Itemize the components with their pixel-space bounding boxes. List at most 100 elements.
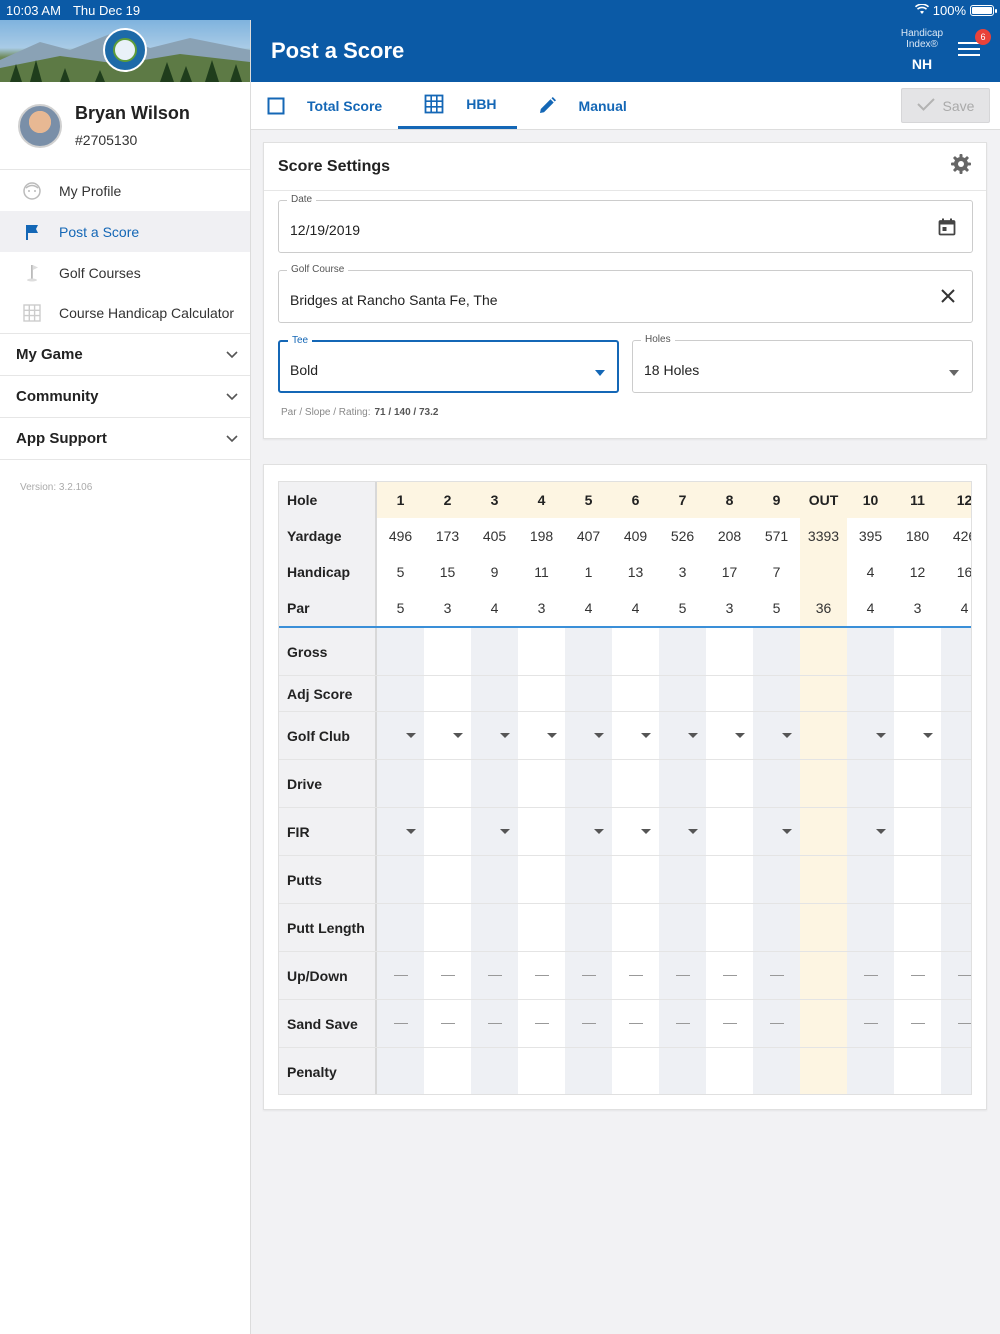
score-input-cell[interactable] (706, 808, 753, 855)
score-input-cell[interactable] (753, 1048, 800, 1094)
score-input-cell[interactable] (941, 808, 971, 855)
score-input-cell[interactable] (659, 628, 706, 675)
score-input-cell[interactable] (847, 808, 894, 855)
score-input-cell[interactable] (471, 628, 518, 675)
score-input-cell[interactable] (894, 1048, 941, 1094)
score-input-cell[interactable] (565, 1000, 612, 1047)
score-input-cell[interactable] (612, 1048, 659, 1094)
score-input-cell[interactable] (424, 676, 471, 711)
tee-select[interactable]: Tee Bold (278, 335, 619, 393)
score-input-cell[interactable] (894, 808, 941, 855)
score-input-cell[interactable] (471, 952, 518, 999)
score-input-cell[interactable] (706, 856, 753, 903)
score-input-cell[interactable] (377, 952, 424, 999)
score-input-cell[interactable] (377, 1000, 424, 1047)
score-input-cell[interactable] (565, 628, 612, 675)
score-input-cell[interactable] (518, 808, 565, 855)
score-input-cell[interactable] (706, 760, 753, 807)
profile-header[interactable]: Bryan Wilson #2705130 (0, 82, 250, 170)
score-input-cell[interactable] (424, 1000, 471, 1047)
gear-icon[interactable] (950, 153, 972, 180)
sidebar-item-course-handicap-calculator[interactable]: Course Handicap Calculator (0, 293, 250, 334)
menu-icon[interactable] (958, 42, 980, 60)
score-input-cell[interactable] (659, 952, 706, 999)
score-input-cell[interactable] (894, 1000, 941, 1047)
score-input-cell[interactable] (659, 1000, 706, 1047)
score-input-cell[interactable] (471, 760, 518, 807)
score-input-cell[interactable] (706, 712, 753, 759)
score-input-cell[interactable] (753, 628, 800, 675)
score-input-cell[interactable] (659, 904, 706, 951)
section-my-game[interactable]: My Game (0, 334, 250, 376)
score-input-cell[interactable] (941, 952, 971, 999)
score-input-cell[interactable] (706, 904, 753, 951)
score-input-cell[interactable] (612, 760, 659, 807)
score-input-cell[interactable] (894, 676, 941, 711)
avatar[interactable] (18, 103, 62, 148)
score-input-cell[interactable] (424, 1048, 471, 1094)
score-input-cell[interactable] (847, 712, 894, 759)
holes-select[interactable]: Holes 18 Holes (632, 334, 973, 393)
score-input-cell[interactable] (612, 628, 659, 675)
score-input-cell[interactable] (377, 760, 424, 807)
score-input-cell[interactable] (424, 808, 471, 855)
score-input-cell[interactable] (518, 952, 565, 999)
score-input-cell[interactable] (941, 676, 971, 711)
score-input-cell[interactable] (894, 904, 941, 951)
score-input-cell[interactable] (471, 712, 518, 759)
score-input-cell[interactable] (659, 856, 706, 903)
tab-total-score[interactable]: Total Score (251, 82, 398, 129)
score-input-cell[interactable] (612, 808, 659, 855)
score-input-cell[interactable] (471, 856, 518, 903)
save-button[interactable]: Save (901, 88, 990, 123)
score-input-cell[interactable] (565, 712, 612, 759)
score-input-cell[interactable] (424, 904, 471, 951)
score-input-cell[interactable] (424, 952, 471, 999)
score-input-cell[interactable] (659, 808, 706, 855)
tab-manual[interactable]: Manual (517, 82, 643, 129)
score-input-cell[interactable] (377, 712, 424, 759)
date-field[interactable]: Date 12/19/2019 (278, 194, 973, 253)
score-input-cell[interactable] (847, 904, 894, 951)
score-input-cell[interactable] (471, 904, 518, 951)
score-input-cell[interactable] (753, 1000, 800, 1047)
score-input-cell[interactable] (377, 1048, 424, 1094)
score-input-cell[interactable] (753, 952, 800, 999)
score-input-cell[interactable] (377, 628, 424, 675)
score-input-cell[interactable] (753, 856, 800, 903)
score-input-cell[interactable] (518, 676, 565, 711)
score-input-cell[interactable] (753, 712, 800, 759)
score-input-cell[interactable] (612, 856, 659, 903)
score-input-cell[interactable] (565, 676, 612, 711)
score-input-cell[interactable] (518, 1000, 565, 1047)
handicap-index[interactable]: Handicap Index® NH (896, 28, 948, 72)
score-input-cell[interactable] (424, 628, 471, 675)
score-input-cell[interactable] (471, 676, 518, 711)
score-input-cell[interactable] (753, 904, 800, 951)
score-input-cell[interactable] (894, 628, 941, 675)
score-input-cell[interactable] (894, 760, 941, 807)
score-input-cell[interactable] (377, 808, 424, 855)
score-input-cell[interactable] (377, 676, 424, 711)
score-input-cell[interactable] (471, 1000, 518, 1047)
score-input-cell[interactable] (518, 712, 565, 759)
score-input-cell[interactable] (847, 856, 894, 903)
score-input-cell[interactable] (847, 628, 894, 675)
score-input-cell[interactable] (894, 712, 941, 759)
score-input-cell[interactable] (753, 760, 800, 807)
score-input-cell[interactable] (706, 1000, 753, 1047)
section-app-support[interactable]: App Support (0, 418, 250, 460)
score-input-cell[interactable] (847, 676, 894, 711)
clear-icon[interactable] (940, 288, 956, 309)
score-input-cell[interactable] (941, 760, 971, 807)
score-input-cell[interactable] (659, 676, 706, 711)
golf-course-field[interactable]: Golf Course Bridges at Rancho Santa Fe, … (278, 264, 973, 323)
score-input-cell[interactable] (612, 952, 659, 999)
score-input-cell[interactable] (659, 760, 706, 807)
score-input-cell[interactable] (941, 1000, 971, 1047)
score-input-cell[interactable] (424, 712, 471, 759)
score-input-cell[interactable] (941, 712, 971, 759)
score-input-cell[interactable] (847, 1000, 894, 1047)
score-input-cell[interactable] (706, 628, 753, 675)
score-input-cell[interactable] (424, 760, 471, 807)
